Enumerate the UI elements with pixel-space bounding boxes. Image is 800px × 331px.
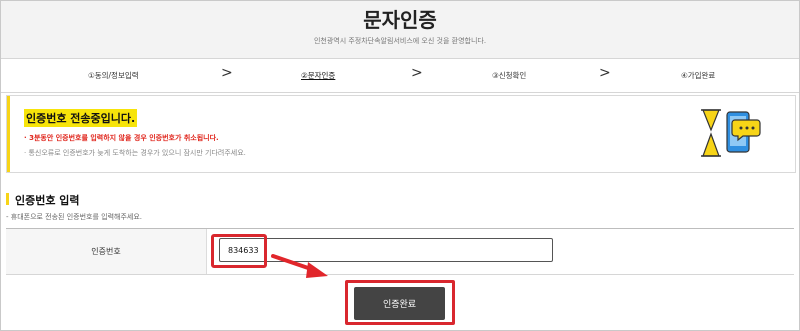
red-arrow-annotation <box>271 254 328 278</box>
sending-notice-box: 인증번호 전송중입니다. · 3분동안 인증번호를 입력하지 않을 경우 인증번… <box>6 95 796 173</box>
step-2-current: ②문자인증 <box>301 71 336 80</box>
notice-info: · 통신오류로 인증번호가 늦게 도착하는 경우가 있으니 잠시만 기다려주세요… <box>24 149 246 157</box>
input-highlight-box <box>211 234 267 268</box>
notice-title: 인증번호 전송중입니다. <box>24 109 138 127</box>
phone-message-illustration <box>701 109 761 157</box>
chevron-right-icon: > <box>599 65 611 81</box>
step-indicator: ①동의/정보입력 > ②문자인증 > ③신청확인 > ④가입완료 <box>1 58 799 93</box>
section-accent-bar <box>6 193 9 205</box>
chevron-right-icon: > <box>221 65 233 81</box>
form-label-cell: 인증번호 <box>6 229 207 274</box>
confirm-verification-button[interactable]: 인증완료 <box>354 287 445 320</box>
notice-accent-bar <box>7 96 10 172</box>
step-3: ③신청확인 <box>492 71 527 80</box>
page-title: 문자인증 <box>363 8 437 32</box>
code-label: 인증번호 <box>91 247 121 256</box>
chevron-right-icon: > <box>411 65 423 81</box>
step-4: ④가입완료 <box>681 71 716 80</box>
section-title: 인증번호 입력 <box>15 194 80 207</box>
section-description: - 휴대폰으로 전송된 인증번호를 입력해주세요. <box>6 213 143 221</box>
step-1: ①동의/정보입력 <box>88 71 139 80</box>
notice-warning: · 3분동안 인증번호를 입력하지 않을 경우 인증번호가 취소됩니다. <box>24 134 219 142</box>
page-subtitle: 인천광역시 주정차단속알림서비스에 오신 것을 환영합니다. <box>313 37 487 45</box>
